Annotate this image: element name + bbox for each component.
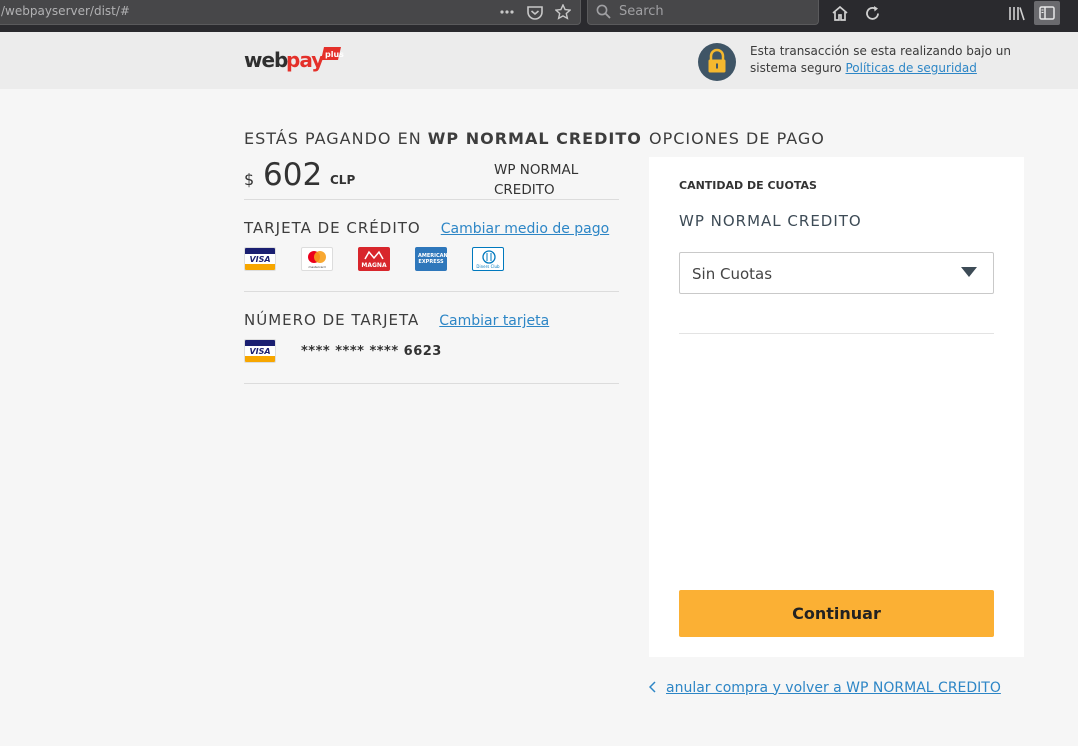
site-header: web pay plus Esta transacción se esta re… bbox=[0, 32, 1078, 89]
amount-row: $ 602 CLP WP NORMAL CREDITO bbox=[244, 157, 619, 199]
masked-card-number: **** **** **** 6623 bbox=[301, 343, 442, 359]
merchant-name: WP NORMAL CREDITO bbox=[494, 162, 579, 198]
payment-options-panel: CANTIDAD DE CUOTAS WP NORMAL CREDITO Sin… bbox=[649, 157, 1024, 657]
security-message: Esta transacción se esta realizando bajo… bbox=[750, 43, 1040, 77]
divider bbox=[679, 333, 994, 334]
paying-in-prefix: ESTÁS PAGANDO EN bbox=[244, 129, 422, 148]
visa-card-icon: VISA bbox=[244, 339, 276, 363]
cancel-purchase-row[interactable]: anular compra y volver a WP NORMAL CREDI… bbox=[648, 678, 1001, 697]
mastercard-card-icon[interactable]: mastercard bbox=[301, 247, 333, 271]
panel-merchant-name: WP NORMAL CREDITO bbox=[679, 212, 862, 230]
payment-options-title: OPCIONES DE PAGO bbox=[649, 129, 825, 148]
visa-card-icon[interactable]: VISA bbox=[244, 247, 276, 271]
card-logos: VISA mastercard MAGNA AMERICAN EXPRESS D… bbox=[244, 247, 619, 271]
dropdown-arrow-icon bbox=[961, 267, 977, 277]
search-input[interactable]: Search bbox=[587, 0, 819, 25]
page-actions-icon[interactable] bbox=[498, 3, 516, 21]
amex-card-label: AMERICAN EXPRESS bbox=[418, 253, 447, 265]
chevron-left-icon bbox=[648, 678, 656, 697]
reload-icon[interactable] bbox=[861, 2, 883, 24]
lock-icon bbox=[698, 43, 736, 81]
webpay-logo: web pay plus bbox=[244, 43, 344, 73]
change-payment-method-link[interactable]: Cambiar medio de pago bbox=[441, 221, 609, 237]
svg-text:plus: plus bbox=[325, 50, 344, 59]
change-card-link[interactable]: Cambiar tarjeta bbox=[439, 313, 549, 329]
url-bar[interactable]: /webpayserver/dist/# bbox=[0, 0, 581, 25]
magna-card-label: MAGNA bbox=[361, 262, 387, 269]
selected-card-brand: VISA bbox=[249, 346, 271, 356]
card-number-label: NÚMERO DE TARJETA bbox=[244, 311, 420, 329]
card-type-label: TARJETA DE CRÉDITO bbox=[244, 219, 421, 237]
home-icon[interactable] bbox=[829, 2, 851, 24]
sidebar-icon[interactable] bbox=[1034, 1, 1060, 25]
search-icon bbox=[596, 4, 611, 23]
amount-value: 602 bbox=[263, 157, 323, 193]
divider bbox=[244, 383, 619, 384]
cancel-purchase-link[interactable]: anular compra y volver a WP NORMAL CREDI… bbox=[666, 680, 1001, 696]
selected-card-row: VISA **** **** **** 6623 bbox=[244, 339, 619, 363]
payment-summary: ESTÁS PAGANDO EN WP NORMAL CREDITO $ 602… bbox=[244, 120, 641, 384]
search-placeholder: Search bbox=[619, 4, 664, 19]
divider bbox=[244, 291, 619, 292]
diners-card-icon[interactable]: Diners Club bbox=[472, 247, 504, 271]
url-text[interactable]: /webpayserver/dist/# bbox=[1, 4, 130, 18]
bookmark-star-icon[interactable] bbox=[554, 3, 572, 21]
diners-card-label: Diners Club bbox=[476, 264, 500, 269]
magna-card-icon[interactable]: MAGNA bbox=[358, 247, 390, 271]
pocket-icon[interactable] bbox=[526, 3, 544, 21]
installments-label: CANTIDAD DE CUOTAS bbox=[679, 179, 817, 192]
paying-in-title: ESTÁS PAGANDO EN WP NORMAL CREDITO bbox=[244, 129, 641, 148]
installments-select[interactable]: Sin Cuotas bbox=[679, 252, 994, 294]
card-type-section: TARJETA DE CRÉDITO Cambiar medio de pago bbox=[244, 219, 619, 237]
mastercard-card-label: mastercard bbox=[308, 265, 326, 269]
card-number-section: NÚMERO DE TARJETA Cambiar tarjeta bbox=[244, 311, 619, 329]
currency-symbol: $ bbox=[244, 170, 255, 189]
visa-card-label: VISA bbox=[249, 254, 271, 264]
amex-card-icon[interactable]: AMERICAN EXPRESS bbox=[415, 247, 447, 271]
library-icon[interactable] bbox=[1005, 2, 1027, 24]
paying-in-merchant: WP NORMAL CREDITO bbox=[427, 129, 642, 148]
svg-text:web: web bbox=[244, 48, 288, 72]
installments-selected-value: Sin Cuotas bbox=[692, 265, 773, 283]
continue-button[interactable]: Continuar bbox=[679, 590, 994, 637]
browser-toolbar: /webpayserver/dist/# Search bbox=[0, 0, 1078, 32]
svg-text:pay: pay bbox=[286, 48, 324, 72]
currency-code: CLP bbox=[330, 173, 356, 187]
security-policy-link[interactable]: Políticas de seguridad bbox=[845, 61, 976, 75]
